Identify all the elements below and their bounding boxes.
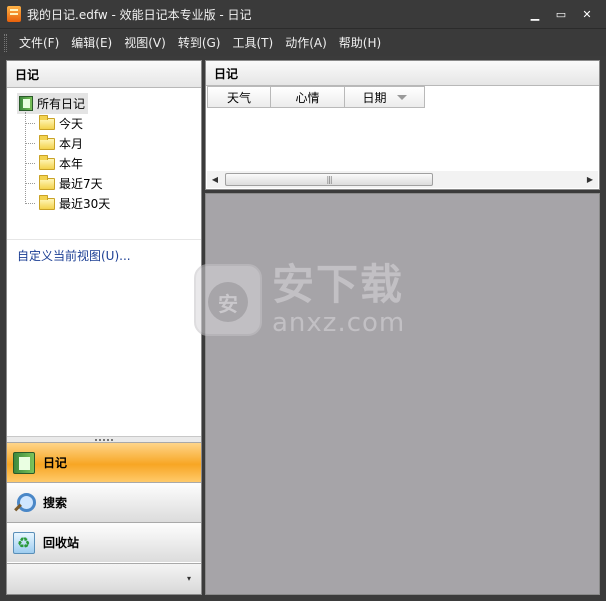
diary-icon [13,451,35,474]
tree-item-last-7-days[interactable]: 最近7天 [25,174,103,192]
sort-arrow-icon [396,94,407,100]
menu-tools[interactable]: 工具(T) [226,34,279,51]
navigation-pane-header: 日记 [7,61,201,88]
watermark-text: 安下载 [272,260,405,309]
folder-icon [39,154,55,170]
scroll-thumb[interactable]: ||| [225,173,433,186]
scroll-left-icon[interactable]: ◀ [207,171,223,188]
minimize-button[interactable]: ▁ [522,4,548,24]
diary-book-icon [19,96,33,111]
tree-item-this-year[interactable]: 本年 [25,154,84,172]
list-column-headers: 天气 心情 日期 [207,86,425,108]
list-pane-header: 日记 [206,61,599,86]
nav-button-search[interactable]: 搜索 [7,482,201,522]
diary-folder-tree: 所有日记 今天 本月 本年 最近7天 最近30天 [7,88,201,238]
tree-item-last-30-days[interactable]: 最近30天 [25,194,111,212]
menu-help[interactable]: 帮助(H) [333,34,387,51]
tree-item-label: 最近7天 [59,177,103,191]
tree-item-label: 最近30天 [59,197,111,211]
folder-icon [39,174,55,190]
watermark: 安 安下载 anxz.com [194,262,414,342]
column-label: 日期 [362,90,387,105]
menu-goto[interactable]: 转到(G) [172,34,227,51]
navigation-pane: 日记 所有日记 今天 本月 本年 最近7天 最近30天 自定义当前视图(U)..… [6,60,202,595]
window-controls: ▁ ▭ ✕ [522,4,600,24]
scroll-right-icon[interactable]: ▶ [582,171,598,188]
nav-button-diary[interactable]: 日记 [7,442,201,482]
watermark-subtext: anxz.com [272,308,406,338]
menu-bar: 文件(F) 编辑(E) 视图(V) 转到(G) 工具(T) 动作(A) 帮助(H… [0,28,606,56]
nav-button-recycle-bin[interactable]: 回收站 [7,522,201,562]
divider [7,239,201,240]
diary-preview-pane[interactable] [205,193,600,595]
column-mood[interactable]: 心情 [271,86,345,108]
scroll-track[interactable]: ||| [223,171,582,188]
close-button[interactable]: ✕ [574,4,600,24]
watermark-shield-icon: 安 [194,264,262,336]
customize-view-link[interactable]: 自定义当前视图(U)... [17,247,131,264]
column-label: 心情 [295,90,320,105]
column-weather[interactable]: 天气 [207,86,271,108]
folder-icon [39,134,55,150]
recycle-bin-icon [13,531,35,554]
nav-overflow-bar[interactable]: ▾ [7,563,201,594]
nav-button-label: 日记 [43,456,68,470]
column-date[interactable]: 日期 [345,86,425,108]
tree-item-label: 本年 [59,157,84,171]
tree-item-today[interactable]: 今天 [25,114,84,132]
tree-item-label: 今天 [59,117,84,131]
maximize-button[interactable]: ▭ [548,4,574,24]
app-icon [7,6,21,22]
folder-icon [39,194,55,210]
tree-root-all-diaries[interactable]: 所有日记 [17,93,89,114]
nav-button-label: 回收站 [43,536,80,550]
tree-root-label: 所有日记 [37,97,86,111]
chevron-down-icon[interactable]: ▾ [187,574,191,583]
menu-edit[interactable]: 编辑(E) [65,34,118,51]
column-label: 天气 [226,90,251,105]
menu-file[interactable]: 文件(F) [13,34,65,51]
tree-item-this-month[interactable]: 本月 [25,134,84,152]
search-icon [13,492,36,514]
title-bar: 我的日记.edfw - 效能日记本专业版 - 日记 ▁ ▭ ✕ [0,0,606,28]
menu-actions[interactable]: 动作(A) [279,34,333,51]
window-title: 我的日记.edfw - 效能日记本专业版 - 日记 [27,7,252,22]
toolbar-grip[interactable] [4,33,7,52]
horizontal-scrollbar[interactable]: ◀ ||| ▶ [207,171,598,188]
diary-list-pane: 日记 天气 心情 日期 ◀ ||| ▶ [205,60,600,190]
menu-view[interactable]: 视图(V) [118,34,172,51]
nav-button-label: 搜索 [43,496,68,510]
folder-icon [39,114,55,130]
tree-item-label: 本月 [59,137,84,151]
